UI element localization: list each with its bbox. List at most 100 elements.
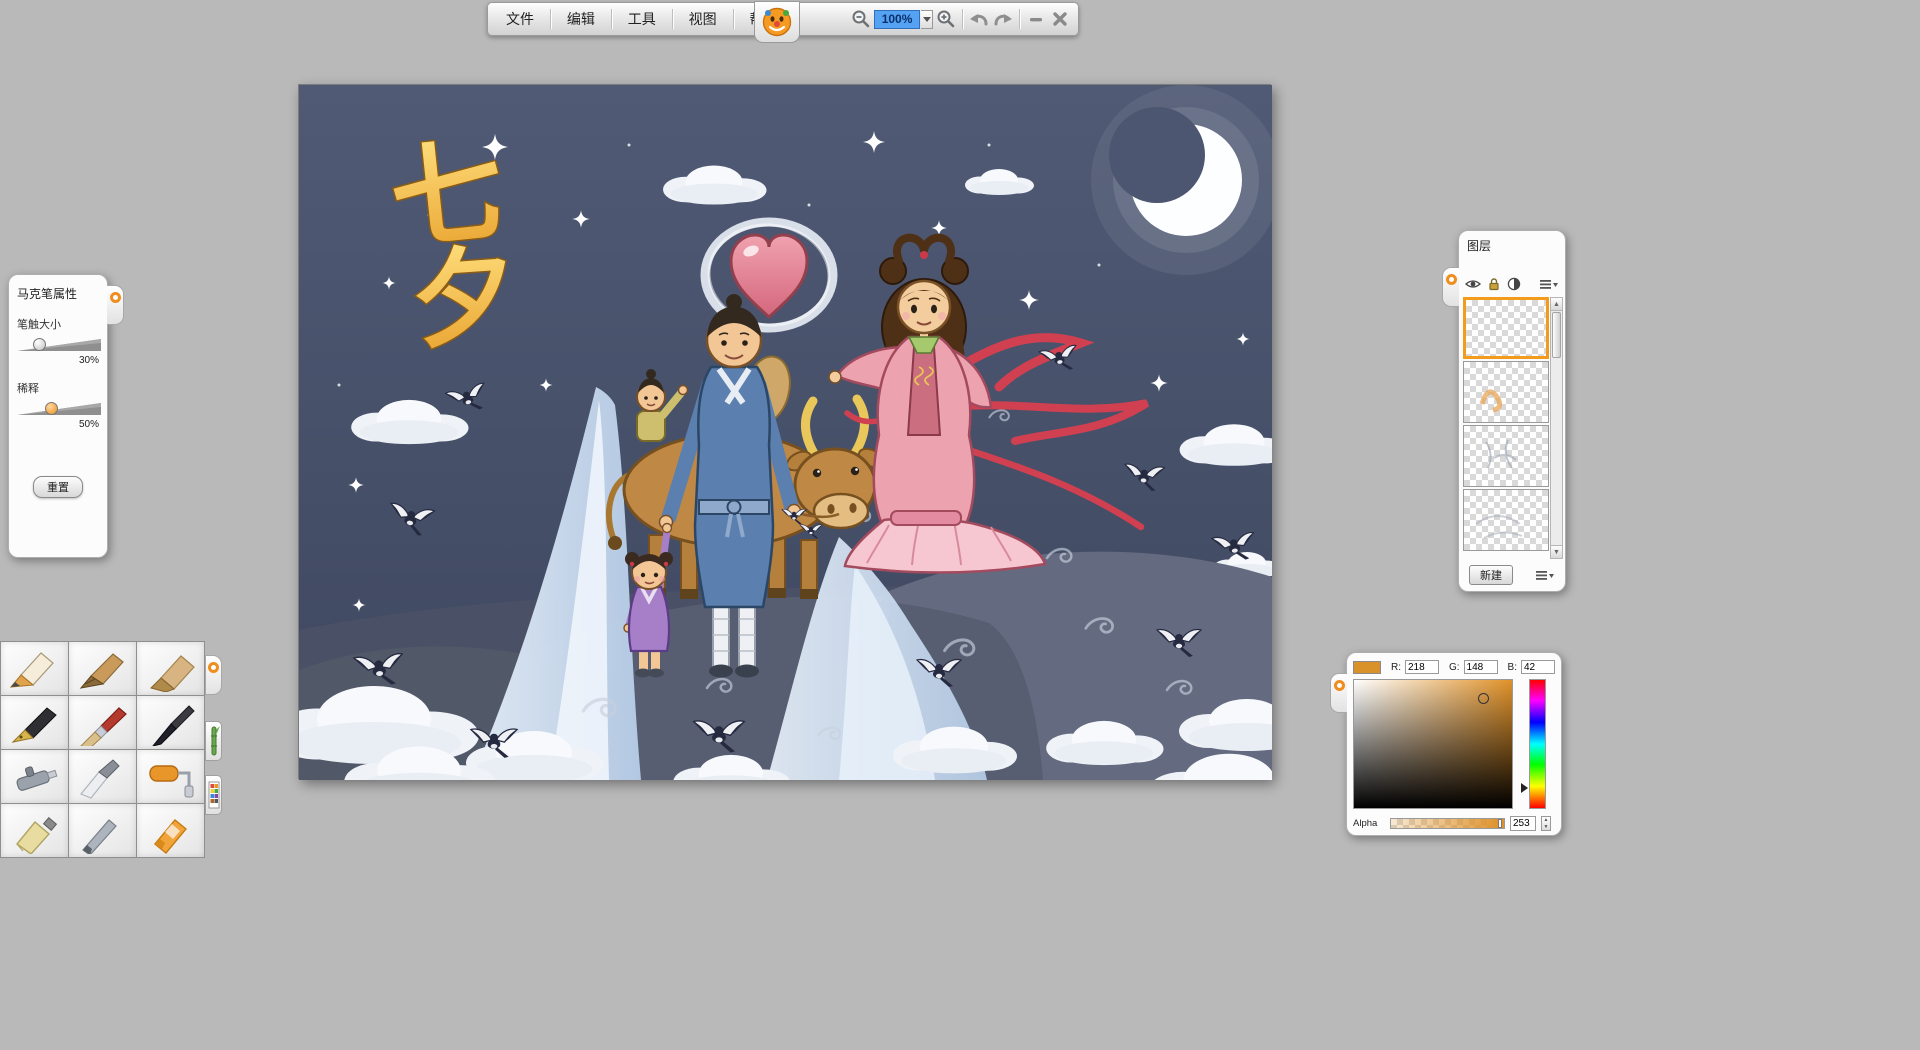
canvas-artwork[interactable]: 七 夕 — [299, 85, 1272, 780]
color-picker-cursor[interactable] — [1478, 693, 1489, 704]
toolbar-divider — [672, 9, 673, 29]
scrollbar-thumb[interactable] — [1552, 312, 1561, 358]
app-logo-tab[interactable] — [754, 1, 800, 43]
toolbar-divider — [1019, 9, 1020, 29]
main-toolbar: 文件 编辑 工具 视图 帮助 — [487, 2, 1079, 36]
dilution-slider[interactable] — [17, 400, 101, 418]
hue-marker-icon[interactable] — [1521, 783, 1528, 793]
layers-scrollbar[interactable]: ▲ ▼ — [1550, 297, 1563, 559]
app-ring-icon — [1334, 680, 1345, 691]
tool-fountain-pen[interactable] — [0, 695, 69, 750]
alpha-spinner[interactable]: ▲ ▼ — [1541, 816, 1551, 831]
pen-nib-icon — [73, 646, 133, 692]
tool-airbrush[interactable] — [0, 749, 69, 804]
alpha-slider-handle[interactable] — [1498, 819, 1502, 828]
layer-menu-icon[interactable] — [1539, 278, 1559, 291]
spinner-down-icon[interactable]: ▼ — [1542, 824, 1550, 831]
layer-item-2[interactable] — [1463, 361, 1549, 423]
tool-paint-roller[interactable] — [136, 749, 205, 804]
menu-view[interactable]: 视图 — [677, 4, 729, 34]
tool-paint-brush[interactable] — [68, 695, 137, 750]
tool-ink-brush[interactable] — [136, 695, 205, 750]
lock-icon[interactable] — [1487, 277, 1501, 291]
paint-brush-icon — [73, 700, 133, 746]
chevron-down-icon — [923, 17, 931, 22]
r-label: R: — [1391, 662, 1401, 673]
close-icon — [1052, 11, 1068, 27]
tool-charcoal[interactable] — [68, 803, 137, 858]
undo-arrow-icon — [968, 10, 990, 28]
airbrush-icon — [5, 754, 65, 800]
brush-size-slider-handle[interactable] — [33, 338, 46, 351]
app-ring-icon — [1446, 274, 1457, 285]
layer-list — [1463, 297, 1549, 553]
b-input[interactable] — [1521, 660, 1555, 674]
zoom-dropdown-button[interactable] — [921, 10, 933, 29]
dilution-value: 50% — [17, 419, 99, 430]
contrast-icon[interactable] — [1507, 277, 1521, 291]
layer-item-4[interactable] — [1463, 489, 1549, 551]
panel-drag-handle[interactable] — [1442, 267, 1459, 307]
saturation-value-field[interactable] — [1353, 679, 1513, 809]
fountain-pen-icon — [5, 700, 65, 746]
g-input[interactable] — [1464, 660, 1498, 674]
redo-button[interactable] — [991, 6, 1015, 32]
color-chart-tab[interactable] — [205, 775, 222, 815]
current-color-swatch[interactable] — [1353, 661, 1381, 674]
zoom-level-input[interactable] — [874, 10, 920, 29]
layer-2-thumbnail — [1464, 362, 1548, 422]
layer-controls-row — [1459, 276, 1565, 292]
zoom-out-button[interactable] — [850, 6, 874, 32]
scroll-up-arrow[interactable]: ▲ — [1551, 298, 1562, 311]
layer-options-icon[interactable] — [1535, 569, 1555, 582]
panel-drag-handle[interactable] — [107, 285, 124, 325]
bamboo-icon — [208, 724, 220, 758]
tool-marker[interactable] — [136, 641, 205, 696]
brush-size-label: 笔触大小 — [17, 316, 99, 332]
menu-file[interactable]: 文件 — [494, 4, 546, 34]
redo-arrow-icon — [992, 10, 1014, 28]
brush-size-value: 30% — [17, 355, 99, 366]
dilution-slider-handle[interactable] — [45, 402, 58, 415]
paint-roller-icon — [141, 754, 201, 800]
alpha-input[interactable] — [1510, 816, 1536, 831]
tool-crayon[interactable] — [136, 803, 205, 858]
brush-size-slider[interactable] — [17, 336, 101, 354]
tool-pen-nib[interactable] — [68, 641, 137, 696]
minimize-button[interactable] — [1024, 6, 1048, 32]
alpha-fill — [1391, 819, 1504, 828]
panel-drag-handle[interactable] — [1330, 673, 1347, 713]
alpha-label: Alpha — [1353, 818, 1385, 829]
menu-edit[interactable]: 编辑 — [555, 4, 607, 34]
reset-button[interactable]: 重置 — [33, 476, 83, 498]
close-button[interactable] — [1048, 6, 1072, 32]
app-ring-icon — [110, 292, 121, 303]
swatch-grid-icon — [208, 778, 220, 812]
tool-pencil[interactable] — [0, 641, 69, 696]
new-layer-button[interactable]: 新建 — [1469, 565, 1513, 585]
pencil-icon — [5, 646, 65, 692]
palette-drag-handle[interactable] — [205, 655, 222, 695]
crayon-icon — [141, 808, 201, 854]
tool-palette-knife[interactable] — [68, 749, 137, 804]
menu-tools[interactable]: 工具 — [616, 4, 668, 34]
tool-paint-tube[interactable] — [0, 803, 69, 858]
b-label: B: — [1508, 662, 1517, 673]
undo-button[interactable] — [967, 6, 991, 32]
bamboo-brush-tab[interactable] — [205, 721, 222, 761]
toolbar-divider — [611, 9, 612, 29]
slider-wedge — [17, 400, 101, 418]
marker-icon — [141, 646, 201, 692]
alpha-slider[interactable] — [1390, 818, 1505, 829]
zoom-in-button[interactable] — [934, 6, 958, 32]
scroll-down-arrow[interactable]: ▼ — [1551, 545, 1562, 558]
hue-strip[interactable] — [1529, 679, 1546, 809]
drawing-canvas[interactable]: 七 夕 — [298, 84, 1271, 779]
r-input[interactable] — [1405, 660, 1439, 674]
toolbar-divider — [733, 9, 734, 29]
layer-item-1[interactable] — [1463, 297, 1549, 359]
layer-item-3[interactable] — [1463, 425, 1549, 487]
clown-face-icon — [760, 5, 794, 39]
charcoal-stick-icon — [73, 808, 133, 854]
eye-icon[interactable] — [1465, 278, 1481, 290]
